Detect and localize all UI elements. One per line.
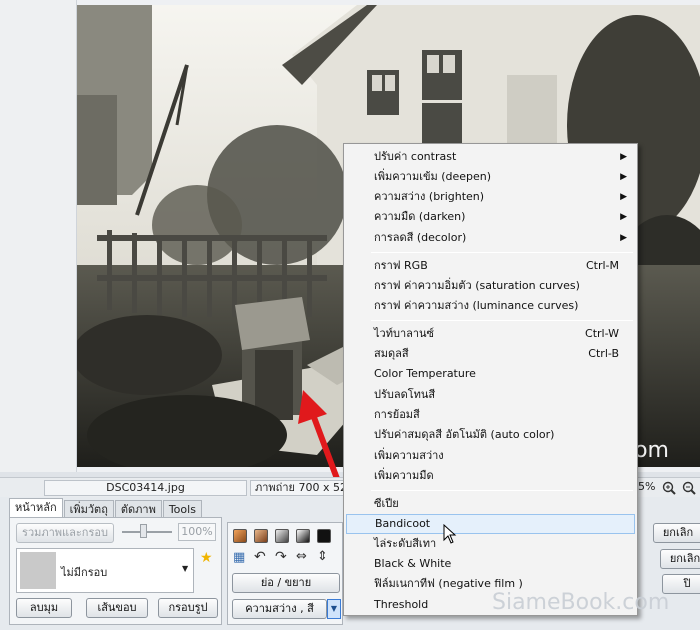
status-image-size: ภาพถ่าย 700 x 525 bbox=[250, 480, 345, 496]
menu-item-color-temperature[interactable]: Color Temperature bbox=[346, 364, 635, 384]
submenu-arrow-icon: ▶ bbox=[620, 172, 627, 182]
rotate-left-icon[interactable]: ↶ bbox=[254, 549, 266, 565]
mouse-cursor-icon bbox=[443, 524, 457, 544]
brightness-dropdown-chevron-icon[interactable]: ▼ bbox=[327, 599, 341, 619]
adjust-context-menu: ปรับค่า contrast ▶ เพิ่มความเข้ม (deepen)… bbox=[343, 143, 638, 616]
frame-button[interactable]: กรอบรูป bbox=[158, 598, 218, 618]
rotate-right-icon[interactable]: ↷ bbox=[275, 549, 287, 565]
menu-item-rgb-curve[interactable]: กราฟ RGB Ctrl-M bbox=[346, 256, 635, 276]
effect-bw-icon[interactable] bbox=[296, 529, 310, 543]
effect-dark-icon[interactable] bbox=[317, 529, 331, 543]
menu-item-reduce-tone[interactable]: ปรับลดโทนสี bbox=[346, 385, 635, 405]
adjust-panel: ▦ ↶ ↷ ⇔ ⇕ ย่อ / ขยาย ความสว่าง , สี ▼ bbox=[227, 522, 343, 625]
menu-separator bbox=[371, 320, 633, 321]
effect-sepia-icon[interactable] bbox=[233, 529, 247, 543]
submenu-arrow-icon: ▶ bbox=[620, 212, 627, 222]
menu-item-increase-darkness[interactable]: เพิ่มความมืด bbox=[346, 466, 635, 486]
round-corner-button[interactable]: ลบมุม bbox=[16, 598, 72, 618]
menu-item-decolor[interactable]: การลดสี (decolor) ▶ bbox=[346, 228, 635, 248]
cancel-button-1[interactable]: ยกเลิก bbox=[653, 523, 700, 543]
border-button[interactable]: เส้นขอบ bbox=[86, 598, 148, 618]
menu-item-white-balance[interactable]: ไวท์บาลานซ์ Ctrl-W bbox=[346, 324, 635, 344]
menu-item-darken[interactable]: ความมืด (darken) ▶ bbox=[346, 207, 635, 227]
flip-vertical-icon[interactable]: ⇕ bbox=[317, 549, 328, 564]
status-zoom: 5% bbox=[638, 480, 656, 493]
submenu-arrow-icon: ▶ bbox=[620, 152, 627, 162]
merge-frame-button[interactable]: รวมภาพและกรอบ bbox=[16, 523, 114, 543]
menu-item-bandicoot[interactable]: Bandicoot bbox=[346, 514, 635, 534]
menu-item-tint[interactable]: การย้อมสี bbox=[346, 405, 635, 425]
palette-icon[interactable]: ▦ bbox=[233, 550, 245, 565]
tab-add-object[interactable]: เพิ่มวัตถุ bbox=[63, 500, 114, 518]
tab-home[interactable]: หน้าหลัก bbox=[9, 498, 63, 518]
tab-tools[interactable]: Tools bbox=[162, 500, 202, 518]
zoom-slider-track[interactable] bbox=[122, 531, 172, 533]
zoom-out-icon[interactable] bbox=[682, 481, 696, 495]
frame-select-value: ไม่มีกรอบ bbox=[61, 566, 108, 579]
menu-item-increase-brightness[interactable]: เพิ่มความสว่าง bbox=[346, 446, 635, 466]
site-watermark: SiameBook.com bbox=[492, 590, 670, 615]
menu-item-black-white[interactable]: Black & White bbox=[346, 554, 635, 574]
menu-item-saturation-curves[interactable]: กราฟ ค่าความอิ่มตัว (saturation curves) bbox=[346, 276, 635, 296]
effect-gray-icon[interactable] bbox=[275, 529, 289, 543]
resize-button[interactable]: ย่อ / ขยาย bbox=[232, 573, 340, 593]
menu-item-contrast[interactable]: ปรับค่า contrast ▶ bbox=[346, 147, 635, 167]
cancel-button-2[interactable]: ยกเลิก bbox=[660, 549, 700, 569]
menu-separator bbox=[371, 252, 633, 253]
submenu-arrow-icon: ▶ bbox=[620, 233, 627, 243]
menu-item-auto-color[interactable]: ปรับค่าสมดุลสี อัตโนมัติ (auto color) bbox=[346, 425, 635, 445]
menu-item-brighten[interactable]: ความสว่าง (brighten) ▶ bbox=[346, 187, 635, 207]
frame-thumbnail bbox=[20, 552, 56, 589]
zoom-in-icon[interactable] bbox=[662, 481, 676, 495]
menu-item-deepen[interactable]: เพิ่มความเข้ม (deepen) ▶ bbox=[346, 167, 635, 187]
flip-horizontal-icon[interactable]: ⇔ bbox=[296, 549, 307, 564]
menu-separator bbox=[371, 490, 633, 491]
zoom-value-field[interactable]: 100% bbox=[178, 523, 216, 541]
left-panel-strip bbox=[0, 0, 77, 472]
menu-item-luminance-curves[interactable]: กราฟ ค่าความสว่าง (luminance curves) bbox=[346, 296, 635, 316]
zoom-slider-handle[interactable] bbox=[140, 524, 147, 538]
menu-item-grayscale[interactable]: ไล่ระดับสีเทา bbox=[346, 534, 635, 554]
star-icon[interactable]: ★ bbox=[200, 550, 213, 566]
menu-item-color-balance[interactable]: สมดุลสี Ctrl-B bbox=[346, 344, 635, 364]
chevron-down-icon: ▼ bbox=[182, 564, 189, 573]
submenu-arrow-icon: ▶ bbox=[620, 192, 627, 202]
effect-warm-icon[interactable] bbox=[254, 529, 268, 543]
frame-panel: รวมภาพและกรอบ 100% ไม่มีกรอบ ▼ ★ ลบมุม เ… bbox=[9, 517, 222, 625]
status-filename: DSC03414.jpg bbox=[44, 480, 247, 496]
tab-strip: หน้าหลัก เพิ่มวัตถุ ตัดภาพ Tools bbox=[9, 498, 203, 518]
tab-crop[interactable]: ตัดภาพ bbox=[114, 500, 162, 518]
menu-item-sepia[interactable]: ซีเปีย bbox=[346, 494, 635, 514]
brightness-color-button[interactable]: ความสว่าง , สี bbox=[232, 599, 327, 619]
frame-select[interactable]: ไม่มีกรอบ ▼ bbox=[16, 548, 194, 593]
